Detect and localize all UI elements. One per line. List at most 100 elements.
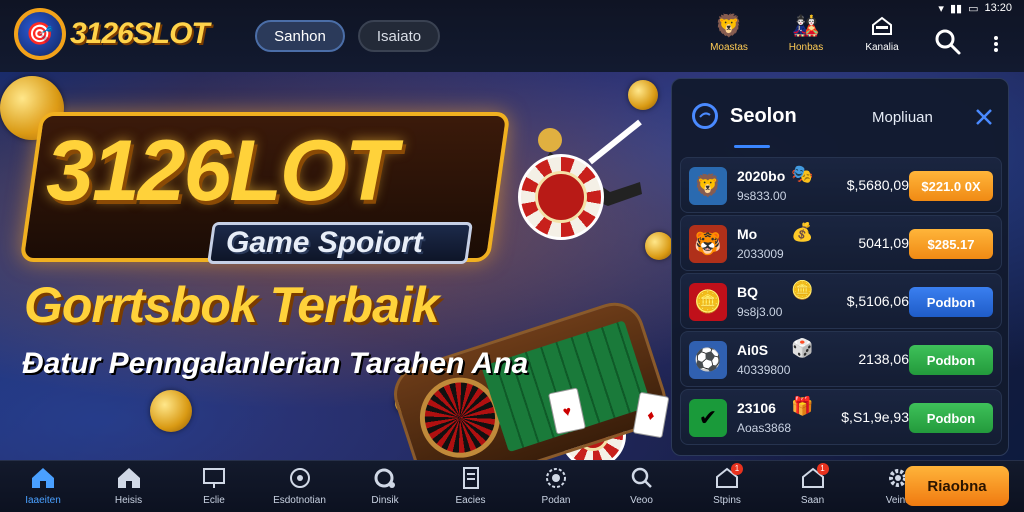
- game-badge-icon: 🎲: [791, 338, 814, 358]
- banner-brand-subtitle: Game Spoiort: [226, 226, 423, 259]
- game-thumbnail-icon: 🪙: [689, 283, 727, 321]
- game-name: 2020bo: [737, 168, 786, 184]
- nav-label: Podan: [541, 495, 571, 506]
- casino-chip-decoration: [518, 154, 604, 240]
- document-icon: [457, 465, 485, 491]
- game-thumbnail-icon: ⚽: [689, 341, 727, 379]
- banner-brand-title: 3126LOT: [46, 123, 397, 219]
- home-icon: [115, 465, 143, 491]
- game-action-button[interactable]: $285.17: [909, 229, 993, 259]
- game-action-button[interactable]: Podbon: [909, 403, 993, 433]
- game-subtitle: 40339800: [737, 363, 791, 377]
- game-list: 🦁 2020bo 🎭 9s833.00 $,5680,09 $221.0 0X 🐯 Mo 💰 20…: [680, 157, 1002, 447]
- game-value: $,S1,9e,93: [841, 409, 909, 425]
- panel-tab-secondary[interactable]: Mopliuan: [872, 109, 933, 126]
- status-bar: ▾ ▮▮ ▭ 13:20: [938, 0, 1024, 16]
- header-promo-button[interactable]: 🦁 Moastas: [699, 12, 759, 53]
- nav-label: Stpins: [713, 495, 741, 506]
- secondary-pill-button[interactable]: Isaiato: [358, 20, 440, 52]
- notification-badge: 1: [816, 463, 829, 475]
- game-subtitle: 9s8j3.00: [737, 305, 783, 319]
- game-subtitle: Aoas3868: [737, 421, 792, 435]
- panel-tab-indicator: [734, 145, 770, 148]
- bell-house-icon: 1: [799, 463, 829, 491]
- globe-icon[interactable]: [692, 103, 718, 129]
- nav-label: Saan: [800, 495, 825, 506]
- panel-header: Seolon Mopliuan: [672, 79, 1008, 149]
- promo-icon: 🦁: [715, 13, 743, 38]
- game-badge-icon: 🪙: [791, 280, 814, 300]
- top-header: 🎯 3126SLOT Sanhon Isaiato 🦁 Moastas 🎎 Ho…: [0, 0, 1024, 72]
- casino-icon: [542, 465, 570, 491]
- bell-house-icon: 1: [713, 463, 743, 491]
- playing-card-decoration: ♦: [632, 391, 670, 439]
- notification-badge: 1: [731, 463, 743, 475]
- wifi-icon: ▾: [938, 2, 944, 15]
- game-badge-icon: 💰: [791, 222, 814, 242]
- search-icon: [628, 465, 656, 491]
- close-icon[interactable]: [974, 107, 994, 127]
- battery-icon: ▭: [968, 2, 979, 15]
- search-icon[interactable]: [934, 28, 962, 56]
- monitor-icon: [200, 465, 228, 491]
- banner-headline: Gorrtsbok Terbaik: [24, 277, 440, 333]
- cta-button[interactable]: Riaobna: [905, 466, 1009, 506]
- game-badge-icon: 🎭: [791, 164, 814, 184]
- panel-tab-active[interactable]: Seolon: [730, 105, 797, 128]
- header-rewards-label: Honbas: [788, 42, 824, 53]
- header-house-button[interactable]: Kanalia: [852, 12, 912, 53]
- nav-alerts[interactable]: 1 Saan: [773, 463, 853, 511]
- nav-label: Heisis: [114, 495, 143, 506]
- game-action-button[interactable]: Podbon: [909, 287, 993, 317]
- nav-sports[interactable]: Esdotnotian: [260, 465, 340, 511]
- game-subtitle: 9s833.00: [737, 189, 787, 203]
- game-thumbnail-icon: 🐯: [689, 225, 727, 263]
- nav-casino[interactable]: Podan: [516, 465, 596, 511]
- nav-label: Eclie: [203, 495, 225, 506]
- primary-pill-button[interactable]: Sanhon: [255, 20, 345, 52]
- nav-document[interactable]: Eacies: [431, 465, 511, 511]
- rewards-icon: 🎎: [792, 13, 820, 38]
- game-name: BQ: [737, 284, 758, 300]
- list-item[interactable]: 🦁 2020bo 🎭 9s833.00 $,5680,09 $221.0 0X: [680, 157, 1002, 213]
- game-name: Ai0S: [737, 342, 769, 358]
- app-root: 🎯 3126SLOT Sanhon Isaiato 🦁 Moastas 🎎 Ho…: [0, 0, 1024, 512]
- list-item[interactable]: 🐯 Mo 💰 2033009 5041,09 $285.17: [680, 215, 1002, 271]
- banner-tagline: Ɖatur Penngalanlerian Tarahen Ana: [22, 347, 529, 380]
- list-item[interactable]: 🪙 BQ 🪙 9s8j3.00 $,5106,06 Podbon: [680, 273, 1002, 329]
- game-thumbnail-icon: 🦁: [689, 167, 727, 205]
- logo[interactable]: 🎯 3126SLOT: [14, 8, 210, 60]
- game-value: $,5106,06: [846, 293, 909, 309]
- signal-icon: ▮▮: [949, 2, 963, 15]
- status-time: 13:20: [984, 2, 1012, 14]
- nav-home[interactable]: Iaaeiten: [3, 465, 83, 511]
- coin-decoration: [150, 390, 192, 432]
- logo-badge-icon: 🎯: [14, 8, 66, 60]
- game-subtitle: 2033009: [737, 247, 784, 261]
- bottom-navigation: Iaaeiten Heisis Eclie Esdotnotian Dinsik Eaci…: [0, 460, 1024, 512]
- nav-home-2[interactable]: Heisis: [89, 465, 169, 511]
- game-action-button[interactable]: Podbon: [909, 345, 993, 375]
- game-value: 2138,06: [858, 351, 909, 367]
- home-icon: [29, 465, 57, 491]
- list-item[interactable]: ✔ 23106 🎁 Aoas3868 $,S1,9e,93 Podbon: [680, 389, 1002, 445]
- game-value: $,5680,09: [846, 177, 909, 193]
- side-panel: Seolon Mopliuan 🦁 2020bo 🎭 9s833.00 $,5680,0…: [671, 78, 1009, 456]
- nav-label: Esdotnotian: [273, 495, 326, 506]
- nav-monitor[interactable]: Eclie: [174, 465, 254, 511]
- header-rewards-button[interactable]: 🎎 Honbas: [776, 12, 836, 53]
- more-menu-icon[interactable]: [993, 36, 999, 52]
- game-name: 23106: [737, 400, 776, 416]
- game-value: 5041,09: [858, 235, 909, 251]
- nav-camera[interactable]: Dinsik: [345, 465, 425, 511]
- logo-text: 3126SLOT: [70, 17, 210, 50]
- house-icon: [867, 12, 897, 40]
- game-action-button[interactable]: $221.0 0X: [909, 171, 993, 201]
- nav-label: Dinsik: [371, 495, 399, 506]
- game-thumbnail-icon: ✔: [689, 399, 727, 437]
- list-item[interactable]: ⚽ Ai0S 🎲 40339800 2138,06 Podbon: [680, 331, 1002, 387]
- sports-icon: [286, 465, 314, 491]
- nav-notifications[interactable]: 1 Stpins: [687, 463, 767, 511]
- nav-search[interactable]: Veoo: [602, 465, 682, 511]
- header-promo-label: Moastas: [710, 42, 748, 53]
